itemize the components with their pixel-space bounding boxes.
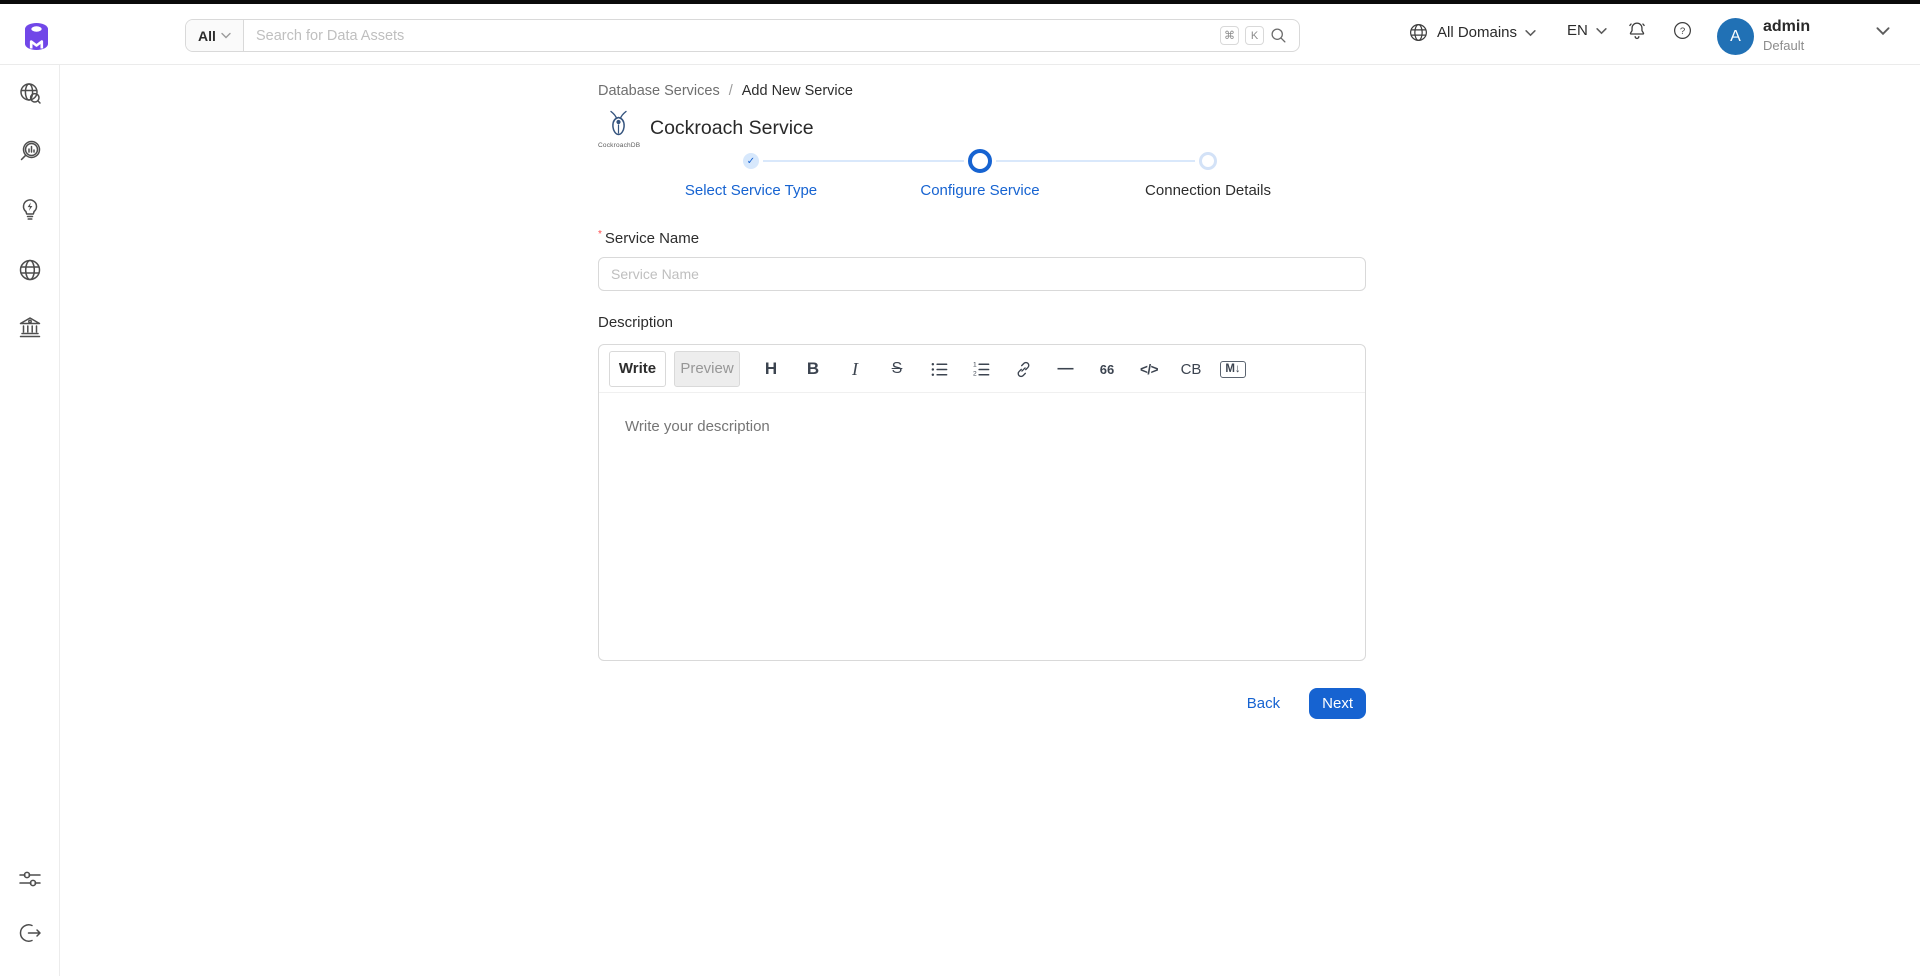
sidebar-item-domains[interactable]: [17, 257, 43, 283]
help-button[interactable]: ?: [1672, 20, 1693, 41]
service-name-input[interactable]: [598, 257, 1366, 291]
user-menu-toggle[interactable]: [1876, 26, 1890, 36]
domains-selector[interactable]: All Domains: [1408, 22, 1536, 43]
user-avatar[interactable]: A: [1717, 18, 1754, 55]
description-textarea[interactable]: Write your description: [599, 393, 1365, 661]
bell-icon: [1626, 19, 1648, 41]
sidebar-item-observability[interactable]: [17, 138, 43, 164]
page-title: Cockroach Service: [650, 117, 814, 140]
logout-icon: [17, 920, 43, 946]
form-actions: Back Next: [598, 688, 1366, 719]
k-key-badge: K: [1245, 26, 1264, 45]
step-label-connection-details: Connection Details: [1098, 182, 1318, 199]
sidebar-item-logout[interactable]: [17, 920, 43, 946]
language-label: EN: [1567, 22, 1588, 39]
user-team: Default: [1763, 38, 1804, 53]
editor-toolbar: Write Preview H B I S 12 — 66 </> CB: [599, 345, 1365, 393]
domains-globe-icon: [17, 257, 43, 283]
inline-code-icon[interactable]: </>: [1137, 357, 1161, 381]
step-label-configure-service[interactable]: Configure Service: [870, 182, 1090, 199]
chevron-down-icon: [221, 32, 231, 39]
sidebar-item-settings[interactable]: [17, 866, 43, 892]
observability-icon: [17, 138, 43, 164]
explore-search-icon: [17, 81, 43, 107]
breadcrumb-current: Add New Service: [742, 83, 853, 99]
step-1-completed-circle: ✓: [743, 153, 759, 169]
step-2-active-circle: [968, 149, 992, 173]
required-marker: *: [598, 229, 602, 240]
svg-text:1: 1: [972, 361, 976, 368]
link-icon[interactable]: [1011, 357, 1035, 381]
user-name: admin: [1763, 18, 1810, 36]
description-label: Description: [598, 314, 673, 331]
cmd-key-badge: ⌘: [1220, 26, 1239, 45]
insights-bulb-icon: [17, 196, 43, 222]
top-navbar: All ⌘ K All Domains: [0, 4, 1920, 65]
bold-icon[interactable]: B: [801, 357, 825, 381]
strikethrough-icon[interactable]: S: [885, 357, 909, 381]
editor-toolbar-icons: H B I S 12 — 66 </> CB M↓: [759, 345, 1245, 393]
step-label-select-service-type[interactable]: Select Service Type: [641, 182, 861, 199]
service-logo-caption: CockroachDB: [598, 142, 638, 149]
back-button[interactable]: Back: [1247, 695, 1280, 712]
notifications-button[interactable]: [1626, 19, 1648, 41]
tab-write[interactable]: Write: [609, 351, 666, 387]
service-logo: CockroachDB: [598, 110, 638, 149]
search-shortcuts: ⌘ K: [1220, 20, 1299, 51]
chevron-down-icon: [1596, 27, 1607, 35]
stepper-line-2: [996, 160, 1195, 162]
app-window: All ⌘ K All Domains: [0, 0, 1920, 976]
chevron-down-icon: [1876, 26, 1890, 36]
global-search-bar: All ⌘ K: [185, 19, 1300, 52]
chevron-down-icon: [1525, 29, 1536, 37]
openmetadata-logo-icon[interactable]: [23, 22, 50, 51]
domains-label: All Domains: [1437, 24, 1517, 41]
service-name-label: *Service Name: [598, 229, 699, 247]
breadcrumb-link-database-services[interactable]: Database Services: [598, 83, 720, 99]
svg-text:?: ?: [1680, 26, 1685, 37]
stepper-line-1: [763, 160, 964, 162]
sidebar-item-insights[interactable]: [17, 196, 43, 222]
search-filter-label: All: [198, 28, 216, 44]
globe-icon: [1408, 22, 1429, 43]
bullet-list-icon[interactable]: [927, 357, 951, 381]
cockroachdb-icon: [607, 110, 630, 136]
language-selector[interactable]: EN: [1567, 22, 1607, 39]
search-filter-dropdown[interactable]: All: [186, 20, 244, 51]
breadcrumb: Database Services / Add New Service: [598, 83, 853, 99]
left-sidebar: [0, 65, 60, 976]
markdown-icon[interactable]: M↓: [1221, 357, 1245, 381]
question-circle-icon: ?: [1672, 20, 1693, 41]
code-block-icon[interactable]: CB: [1179, 357, 1203, 381]
breadcrumb-separator: /: [729, 83, 733, 99]
sidebar-item-govern[interactable]: [17, 314, 43, 340]
search-input[interactable]: [244, 20, 1220, 51]
description-placeholder: Write your description: [625, 418, 1339, 435]
settings-sliders-icon: [17, 866, 43, 892]
quote-icon[interactable]: 66: [1095, 357, 1119, 381]
govern-bank-icon: [17, 314, 43, 340]
svg-text:2: 2: [972, 370, 976, 377]
horizontal-rule-icon[interactable]: —: [1053, 357, 1077, 381]
avatar-initial: A: [1730, 28, 1741, 46]
sidebar-item-explore[interactable]: [17, 81, 43, 107]
numbered-list-icon[interactable]: 12: [969, 357, 993, 381]
next-button[interactable]: Next: [1309, 688, 1366, 719]
description-editor: Write Preview H B I S 12 — 66 </> CB: [598, 344, 1366, 661]
heading-icon[interactable]: H: [759, 357, 783, 381]
check-icon: ✓: [747, 156, 755, 167]
tab-preview[interactable]: Preview: [674, 351, 740, 387]
step-3-pending-circle: [1199, 152, 1217, 170]
italic-icon[interactable]: I: [843, 357, 867, 381]
search-icon[interactable]: [1270, 27, 1287, 44]
